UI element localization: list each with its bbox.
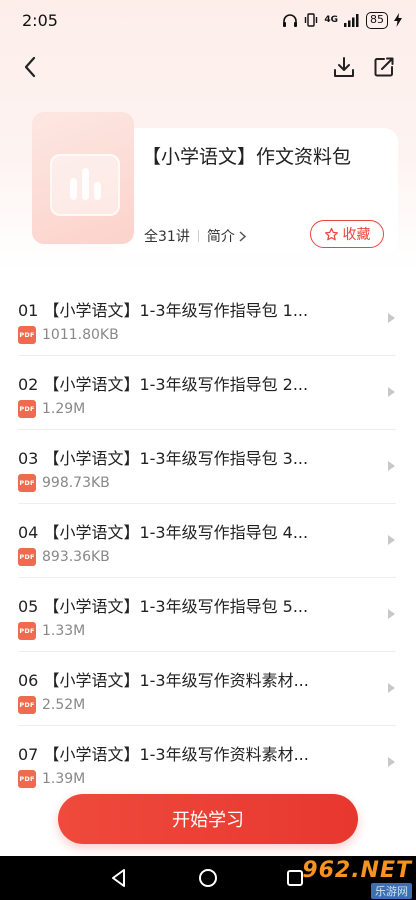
item-size: 998.73KB (42, 475, 110, 491)
play-arrow-icon (388, 609, 395, 619)
lesson-count: 全31讲 (144, 229, 190, 245)
network-type: 4G (324, 15, 338, 25)
favorite-button[interactable]: 收藏 (310, 220, 384, 248)
chevron-right-icon (239, 230, 246, 242)
pdf-icon: PDF (18, 326, 36, 344)
item-meta: PDF 1011.80KB (18, 326, 119, 344)
list-item[interactable]: 03 【小学语文】1-3年级写作指导包 3... PDF 998.73KB (18, 430, 396, 504)
course-title: 【小学语文】作文资料包 (142, 146, 352, 168)
status-icons: 4G 85 (282, 11, 402, 29)
file-list: 01 【小学语文】1-3年级写作指导包 1... PDF 1011.80KB 0… (0, 282, 416, 800)
status-time: 2:05 (22, 10, 58, 30)
headphones-icon (283, 14, 298, 27)
item-title: 03 【小学语文】1-3年级写作指导包 3... (18, 449, 309, 468)
cover-frame (50, 154, 120, 216)
start-learning-button[interactable]: 开始学习 (58, 794, 358, 844)
pdf-icon: PDF (18, 400, 36, 418)
audio-bars-icon (70, 168, 101, 200)
item-meta: PDF 1.39M (18, 770, 85, 788)
list-item[interactable]: 02 【小学语文】1-3年级写作指导包 2... PDF 1.29M (18, 356, 396, 430)
item-size: 1.29M (42, 401, 86, 417)
pdf-icon: PDF (18, 548, 36, 566)
site-watermark: 962.NET 乐游网 (272, 857, 412, 899)
signal-icon (344, 13, 359, 27)
item-meta: PDF 2.52M (18, 696, 85, 714)
intro-label: 简介 (206, 229, 235, 245)
share-icon (374, 57, 394, 77)
item-title: 02 【小学语文】1-3年级写作指导包 2... (18, 375, 309, 394)
item-meta: PDF 998.73KB (18, 474, 110, 492)
share-button[interactable] (366, 49, 402, 85)
play-arrow-icon (388, 461, 395, 471)
item-size: 1011.80KB (42, 327, 119, 343)
back-triangle-icon[interactable] (106, 866, 132, 890)
item-size: 1.39M (42, 771, 86, 787)
play-arrow-icon (388, 757, 395, 767)
pdf-icon: PDF (18, 770, 36, 788)
download-button[interactable] (326, 49, 362, 85)
course-meta: 全31讲 简介 (144, 226, 246, 246)
item-title: 05 【小学语文】1-3年级写作指导包 5... (18, 597, 309, 616)
play-arrow-icon (388, 683, 395, 693)
course-header: 【小学语文】作文资料包 全31讲 简介 收藏 (22, 112, 398, 254)
charging-icon (394, 13, 402, 27)
download-icon (334, 57, 354, 77)
top-nav (0, 45, 416, 89)
item-size: 1.33M (42, 623, 86, 639)
item-title: 04 【小学语文】1-3年级写作指导包 4... (18, 523, 309, 542)
list-item[interactable]: 06 【小学语文】1-3年级写作资料素材... PDF 2.52M (18, 652, 396, 726)
meta-divider (197, 230, 199, 242)
watermark-caption: 乐游网 (371, 882, 412, 899)
list-item[interactable]: 05 【小学语文】1-3年级写作指导包 5... PDF 1.33M (18, 578, 396, 652)
pdf-icon: PDF (18, 696, 36, 714)
item-size: 2.52M (42, 697, 86, 713)
item-title: 01 【小学语文】1-3年级写作指导包 1... (18, 301, 309, 320)
list-item[interactable]: 07 【小学语文】1-3年级写作资料素材... PDF 1.39M (18, 726, 396, 800)
item-meta: PDF 1.29M (18, 400, 85, 418)
item-title: 07 【小学语文】1-3年级写作资料素材... (18, 745, 309, 764)
play-arrow-icon (388, 535, 395, 545)
home-circle-icon[interactable] (195, 866, 221, 890)
item-title: 06 【小学语文】1-3年级写作资料素材... (18, 671, 309, 690)
item-size: 893.36KB (42, 549, 110, 565)
favorite-label: 收藏 (342, 227, 371, 243)
item-meta: PDF 1.33M (18, 622, 85, 640)
back-button[interactable] (12, 49, 48, 85)
watermark-logo: 962.NET (302, 857, 412, 883)
play-arrow-icon (388, 387, 395, 397)
battery-indicator: 85 (366, 11, 388, 29)
course-cover (32, 112, 134, 244)
star-icon (324, 227, 338, 240)
list-item[interactable]: 01 【小学语文】1-3年级写作指导包 1... PDF 1011.80KB (18, 282, 396, 356)
vibrate-icon (305, 13, 318, 27)
status-bar: 2:05 4G 85 (0, 0, 416, 40)
chevron-left-icon (24, 56, 36, 78)
pdf-icon: PDF (18, 474, 36, 492)
play-arrow-icon (388, 313, 395, 323)
intro-link[interactable]: 简介 (207, 226, 246, 246)
list-item[interactable]: 04 【小学语文】1-3年级写作指导包 4... PDF 893.36KB (18, 504, 396, 578)
item-meta: PDF 893.36KB (18, 548, 110, 566)
pdf-icon: PDF (18, 622, 36, 640)
